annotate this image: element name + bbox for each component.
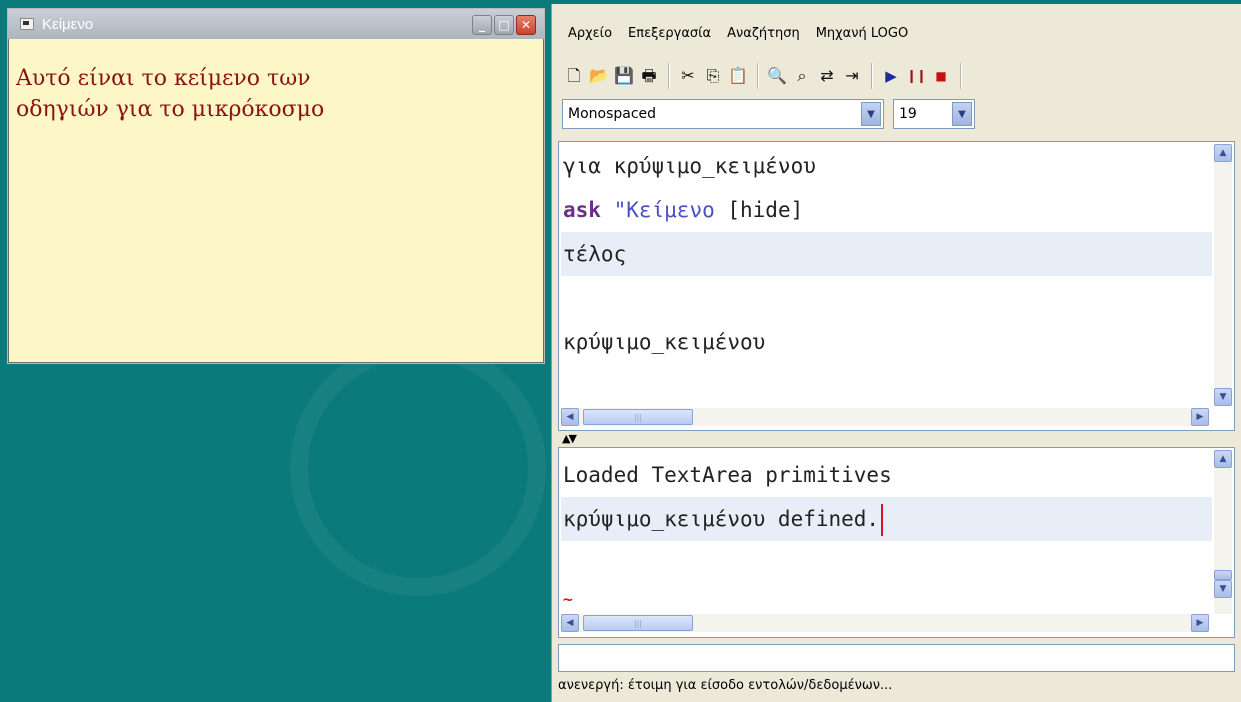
status-bar: ανενεργή: έτοιμη για είσοδο εντολών/δεδο… bbox=[558, 678, 893, 693]
code-line[interactable]: για κρύψιμο_κειμένου bbox=[561, 144, 1212, 188]
console-line: κρύψιμο_κειμένου defined. bbox=[561, 497, 1212, 541]
toolbar: 🗋 📂 💾 🖶 ✂ ⎘ 📋 🔍 ⌕ ⇄ ⇥ ▶ ❙❙ ■ bbox=[562, 61, 968, 91]
editor-vertical-scrollbar[interactable]: ▲ ▼ bbox=[1214, 144, 1232, 406]
code-text: για κρύψιμο_κειμένου bbox=[563, 154, 816, 178]
text-window[interactable]: Κείμενο _ □ ✕ Αυτό είναι το κείμενο των … bbox=[7, 8, 545, 364]
font-size-select[interactable]: 19 ▼ bbox=[893, 99, 975, 129]
maximize-icon: □ bbox=[498, 18, 510, 32]
code-lines: για κρύψιμο_κειμένουask "Κείμενο [hide] τ… bbox=[561, 144, 1212, 364]
editor-horizontal-scrollbar[interactable]: ◀ ||| ▶ bbox=[561, 408, 1209, 426]
minimize-button[interactable]: _ bbox=[472, 15, 492, 35]
new-document-icon[interactable]: 🗋 bbox=[562, 64, 586, 88]
code-line[interactable]: κρύψιμο_κειμένου bbox=[561, 320, 1212, 364]
insert-icon[interactable]: ⇥ bbox=[840, 64, 864, 88]
console-line-text: κρύψιμο_κειμένου defined. bbox=[563, 507, 880, 531]
scroll-down-icon[interactable]: ▼ bbox=[1214, 388, 1232, 406]
chevron-down-icon[interactable]: ▼ bbox=[861, 102, 881, 126]
scroll-up-icon[interactable]: ▲ bbox=[1214, 450, 1232, 468]
text-window-titlebar[interactable]: Κείμενο _ □ ✕ bbox=[8, 9, 544, 39]
console-marker: ~ bbox=[562, 592, 574, 608]
maximize-button[interactable]: □ bbox=[494, 15, 514, 35]
scroll-thumb[interactable]: ||| bbox=[583, 615, 693, 631]
code-text: κρύψιμο_κειμένου bbox=[563, 330, 766, 354]
menu-bar: Αρχείο Επεξεργασία Αναζήτηση Μηχανή LOGO bbox=[552, 20, 916, 46]
splitter-arrows-icon[interactable]: ▲▼ bbox=[562, 432, 577, 445]
code-text: [hide] bbox=[714, 198, 804, 222]
replace-icon[interactable]: ⇄ bbox=[815, 64, 839, 88]
minimize-icon: _ bbox=[479, 18, 485, 32]
chevron-down-icon[interactable]: ▼ bbox=[952, 102, 972, 126]
menu-file[interactable]: Αρχείο bbox=[552, 26, 620, 41]
font-size-value: 19 bbox=[899, 106, 917, 122]
code-string: "Κείμενο bbox=[600, 198, 715, 222]
code-text: τέλος bbox=[563, 242, 627, 266]
text-window-content: Αυτό είναι το κείμενο των οδηγιών για το… bbox=[16, 66, 325, 122]
menu-search[interactable]: Αναζήτηση bbox=[719, 26, 808, 41]
console-output[interactable]: Loaded TextArea primitives κρύψιμο_κειμέν… bbox=[558, 447, 1235, 638]
font-select[interactable]: Monospaced ▼ bbox=[562, 99, 884, 129]
toolbar-separator bbox=[871, 63, 873, 89]
text-window-title: Κείμενο bbox=[42, 15, 94, 33]
scroll-up-icon[interactable]: ▲ bbox=[1214, 144, 1232, 162]
copy-icon[interactable]: ⎘ bbox=[701, 64, 725, 88]
console-lines: Loaded TextArea primitives κρύψιμο_κειμέν… bbox=[561, 453, 1212, 541]
pause-icon[interactable]: ❙❙ bbox=[904, 64, 928, 88]
code-keyword: ask bbox=[563, 198, 601, 222]
run-play-icon[interactable]: ▶ bbox=[879, 64, 903, 88]
console-line-text: Loaded TextArea primitives bbox=[563, 463, 892, 487]
scroll-left-icon[interactable]: ◀ bbox=[561, 408, 579, 426]
scroll-right-icon[interactable]: ▶ bbox=[1191, 408, 1209, 426]
desktop-watermark bbox=[280, 340, 546, 660]
save-disk-icon[interactable]: 💾 bbox=[612, 64, 636, 88]
window-icon bbox=[20, 18, 34, 30]
stop-icon[interactable]: ■ bbox=[929, 64, 953, 88]
open-folder-icon[interactable]: 📂 bbox=[587, 64, 611, 88]
toolbar-separator bbox=[757, 63, 759, 89]
menu-logo-engine[interactable]: Μηχανή LOGO bbox=[808, 26, 917, 41]
scroll-left-icon[interactable]: ◀ bbox=[561, 614, 579, 632]
text-caret bbox=[881, 504, 884, 536]
print-icon[interactable]: 🖶 bbox=[637, 64, 661, 88]
code-line[interactable]: τέλος bbox=[561, 232, 1212, 276]
scroll-right-icon[interactable]: ▶ bbox=[1191, 614, 1209, 632]
command-input[interactable] bbox=[558, 644, 1235, 672]
toolbar-separator bbox=[960, 63, 962, 89]
console-vertical-scrollbar[interactable]: ▲ ▼ bbox=[1214, 450, 1232, 614]
close-icon: ✕ bbox=[520, 18, 532, 32]
find-next-icon[interactable]: ⌕ bbox=[790, 64, 814, 88]
menu-edit[interactable]: Επεξεργασία bbox=[620, 26, 719, 41]
code-line[interactable] bbox=[561, 276, 1212, 320]
toolbar-separator bbox=[668, 63, 670, 89]
find-binoculars-icon[interactable]: 🔍 bbox=[765, 64, 789, 88]
console-line: Loaded TextArea primitives bbox=[561, 453, 1212, 497]
scroll-thumb[interactable]: ||| bbox=[583, 409, 693, 425]
code-editor[interactable]: για κρύψιμο_κειμένουask "Κείμενο [hide] τ… bbox=[558, 141, 1235, 431]
scroll-thumb[interactable] bbox=[1214, 570, 1232, 580]
logo-environment: Αρχείο Επεξεργασία Αναζήτηση Μηχανή LOGO… bbox=[551, 4, 1241, 702]
paste-icon[interactable]: 📋 bbox=[726, 64, 750, 88]
cut-scissors-icon[interactable]: ✂ bbox=[676, 64, 700, 88]
scroll-down-icon[interactable]: ▼ bbox=[1214, 580, 1232, 598]
font-select-value: Monospaced bbox=[568, 106, 657, 122]
close-button[interactable]: ✕ bbox=[516, 15, 536, 35]
console-horizontal-scrollbar[interactable]: ◀ ||| ▶ bbox=[561, 614, 1209, 632]
code-line[interactable]: ask "Κείμενο [hide] bbox=[561, 188, 1212, 232]
